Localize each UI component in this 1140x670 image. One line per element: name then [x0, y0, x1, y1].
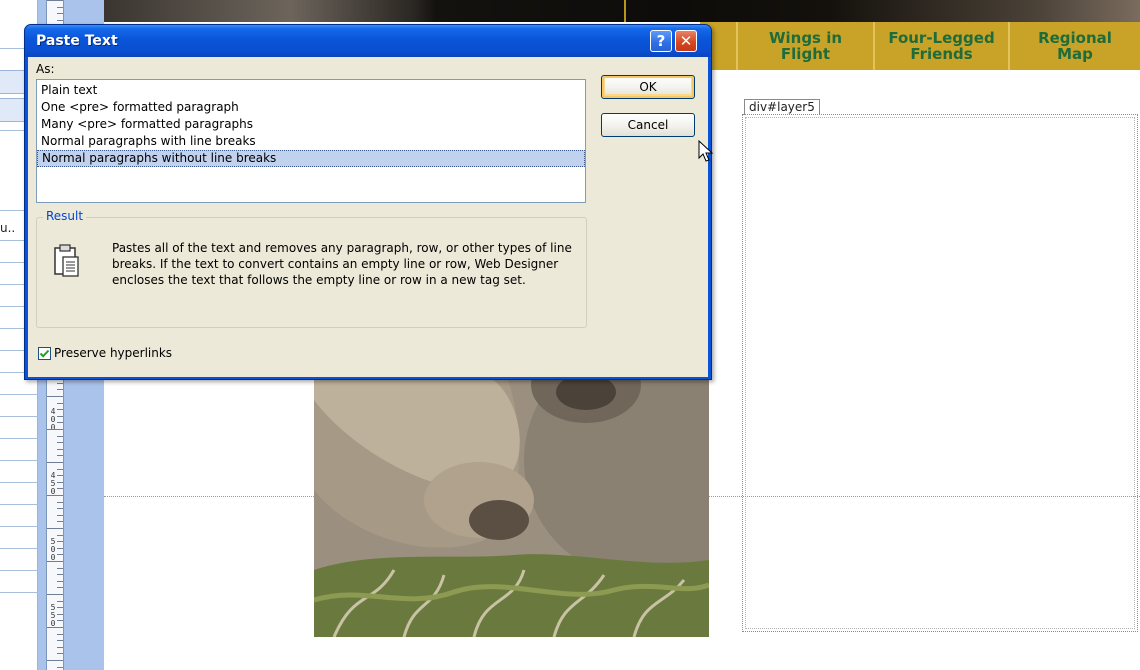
- ruler-tick: [57, 581, 63, 582]
- ruler-tick: [57, 13, 63, 14]
- ruler-tick: [47, 561, 63, 562]
- ruler-label: 4 5 0: [50, 471, 56, 496]
- seal-photo: [314, 370, 709, 637]
- ruler-tick: [47, 396, 63, 397]
- ruler-tick: [47, 0, 63, 1]
- result-description: Pastes all of the text and removes any p…: [112, 241, 572, 287]
- list-item[interactable]: Many <pre> formatted paragraphs: [37, 116, 585, 133]
- ruler-tick: [57, 502, 63, 503]
- ruler-tick: [57, 554, 63, 555]
- nav-item-four-legged-friends[interactable]: Four-Legged Friends: [875, 22, 1010, 70]
- mouse-pointer-icon: [698, 140, 714, 162]
- ruler-tick: [57, 548, 63, 549]
- list-item[interactable]: Plain text: [37, 82, 585, 99]
- ruler-tick: [57, 403, 63, 404]
- ruler-label: 5 0 0: [50, 537, 56, 562]
- ruler-tick: [57, 20, 63, 21]
- dialog-titlebar[interactable]: Paste Text ? ✕: [25, 25, 711, 57]
- checkmark-icon: [39, 349, 50, 358]
- ruler-tick: [47, 462, 63, 463]
- ruler-tick: [47, 528, 63, 529]
- ruler-tick: [47, 627, 63, 628]
- ruler-tick: [57, 667, 63, 668]
- list-item[interactable]: One <pre> formatted paragraph: [37, 99, 585, 116]
- header-banner-image: [104, 0, 1140, 22]
- layer-inner-box: [745, 117, 1135, 629]
- ruler-tick: [47, 594, 63, 595]
- ruler-tick: [57, 614, 63, 615]
- help-button[interactable]: ?: [650, 30, 672, 52]
- ruler-tick: [57, 7, 63, 8]
- dialog-title: Paste Text: [36, 33, 118, 49]
- preserve-hyperlinks-checkbox[interactable]: [38, 346, 51, 360]
- site-nav-bar: Wings in Flight Four-Legged Friends Regi…: [700, 22, 1140, 70]
- ruler-tick: [57, 416, 63, 417]
- ruler-tick: [57, 647, 63, 648]
- ruler-tick: [47, 429, 63, 430]
- ruler-tick: [57, 574, 63, 575]
- ruler-tick: [57, 535, 63, 536]
- ruler-tick: [57, 442, 63, 443]
- ruler-tick: [57, 508, 63, 509]
- ruler-tick: [57, 601, 63, 602]
- ruler-tick: [57, 482, 63, 483]
- ruler-tick: [57, 607, 63, 608]
- ruler-tick: [57, 653, 63, 654]
- ruler-tick: [57, 422, 63, 423]
- ruler-tick: [57, 383, 63, 384]
- ruler-tick: [57, 640, 63, 641]
- ruler-tick: [57, 455, 63, 456]
- clipboard-icon: [54, 244, 79, 277]
- ruler-label: 5 5 0: [50, 603, 56, 628]
- result-label: Result: [43, 209, 87, 223]
- ruler-tick: [57, 475, 63, 476]
- ruler-tick: [57, 389, 63, 390]
- cancel-button[interactable]: Cancel: [601, 113, 695, 137]
- ruler-tick: [57, 515, 63, 516]
- ruler-tick: [57, 634, 63, 635]
- paste-text-dialog: Paste Text ? ✕ As: Plain text One <pre> …: [24, 24, 714, 380]
- ruler-tick: [47, 495, 63, 496]
- panel-truncated-text: u..: [0, 221, 16, 235]
- ruler-tick: [57, 469, 63, 470]
- nav-item-regional-map[interactable]: Regional Map: [1010, 22, 1140, 70]
- ruler-tick: [57, 521, 63, 522]
- paste-format-listbox[interactable]: Plain text One <pre> formatted paragraph…: [36, 79, 586, 203]
- ruler-tick: [57, 620, 63, 621]
- preserve-hyperlinks-row[interactable]: Preserve hyperlinks: [38, 346, 172, 360]
- nav-item-wings-in-flight[interactable]: Wings in Flight: [738, 22, 875, 70]
- ruler-tick: [57, 436, 63, 437]
- ruler-tick: [47, 660, 63, 661]
- preserve-hyperlinks-label: Preserve hyperlinks: [54, 346, 173, 360]
- as-label: As:: [36, 62, 55, 76]
- ruler-tick: [57, 587, 63, 588]
- ok-button[interactable]: OK: [601, 75, 695, 99]
- close-button[interactable]: ✕: [675, 30, 697, 52]
- result-group: Result Pastes all of the text and remove…: [36, 209, 587, 328]
- list-item-selected[interactable]: Normal paragraphs without line breaks: [37, 150, 585, 167]
- layer-tag[interactable]: div#layer5: [744, 99, 820, 115]
- ruler-tick: [57, 568, 63, 569]
- ruler-tick: [57, 541, 63, 542]
- ruler-tick: [57, 488, 63, 489]
- dialog-body: As: Plain text One <pre> formatted parag…: [28, 57, 714, 377]
- list-item[interactable]: Normal paragraphs with line breaks: [37, 133, 585, 150]
- ruler-tick: [57, 409, 63, 410]
- ruler-tick: [57, 449, 63, 450]
